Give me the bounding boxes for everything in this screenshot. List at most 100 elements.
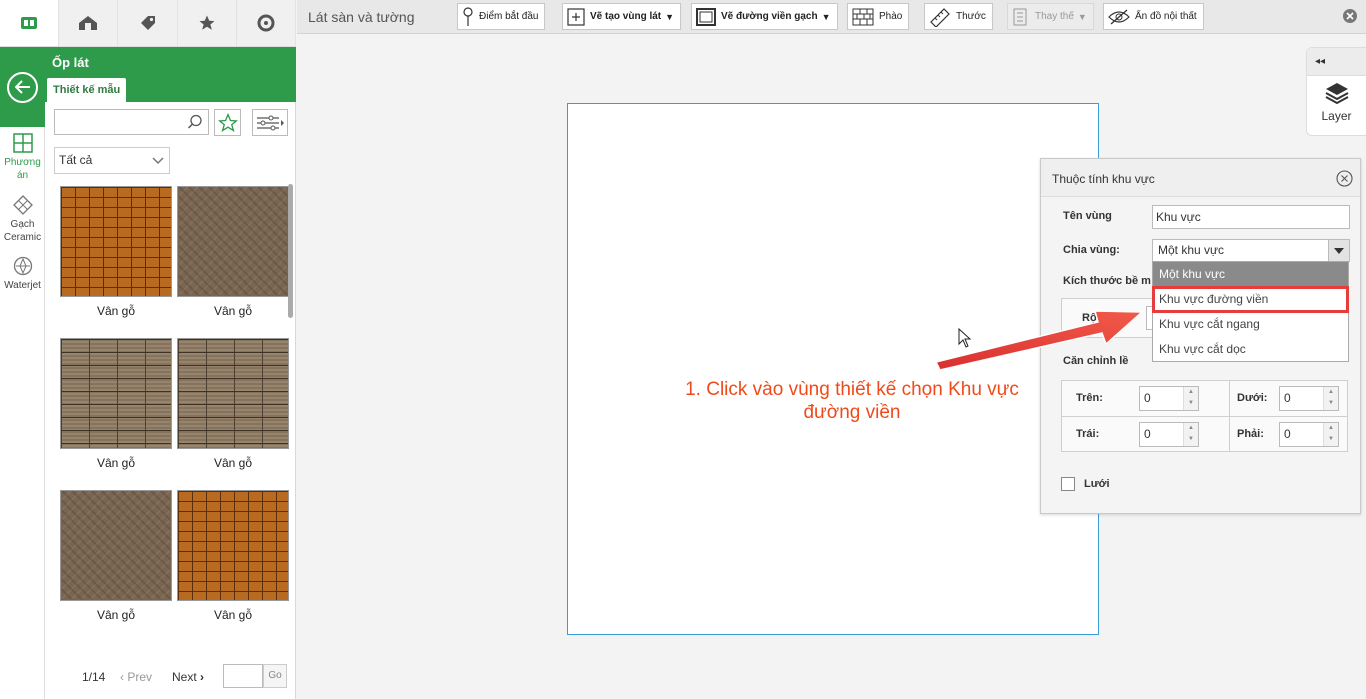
top-icon-nav (0, 0, 297, 47)
tile-swatch (177, 490, 289, 601)
spin-up-icon[interactable]: ▲ (1184, 423, 1198, 434)
tile-item[interactable]: Vân gỗ (177, 186, 289, 318)
dialog-close-icon[interactable] (1336, 170, 1353, 187)
tile-grid-scrollbar[interactable] (288, 184, 293, 318)
start-point-button[interactable]: Điểm bắt đầu (457, 3, 546, 30)
right-margin-stepper[interactable]: 0 ▲ ▼ (1279, 422, 1339, 447)
hide-furniture-button[interactable]: Ẩn đồ nội thất (1103, 3, 1204, 30)
split-region-select[interactable]: Một khu vực (1152, 239, 1350, 262)
layer-collapse-button[interactable]: ◂◂ (1307, 48, 1366, 76)
tile-swatch (60, 338, 172, 449)
bottom-margin-stepper[interactable]: 0 ▲ ▼ (1279, 386, 1339, 411)
next-label: Next (172, 670, 197, 684)
home-layout-icon (79, 16, 98, 30)
cornice-button[interactable]: Phào (847, 3, 910, 30)
panel-title: Ốp lát (52, 55, 89, 70)
category-select[interactable]: Tất cả (54, 147, 170, 174)
page-indicator: 1/14 (82, 670, 106, 684)
left-margin-stepper[interactable]: 0 ▲ ▼ (1139, 422, 1199, 447)
dropdown-caret-icon: ▼ (665, 11, 675, 22)
sliders-icon (257, 115, 284, 130)
tab-thiet-ke-mau[interactable]: Thiết kế mẫu (47, 78, 127, 102)
spin-up-icon[interactable]: ▲ (1184, 387, 1198, 398)
option-khu-vuc-duong-vien[interactable]: Khu vực đường viền (1152, 286, 1349, 313)
main-toolbar: Lát sàn và tường Điểm bắt đầu Vẽ tạo vùn… (297, 0, 1366, 34)
close-icon[interactable] (1342, 8, 1358, 24)
arrow-left-icon (14, 80, 30, 94)
draw-area-button[interactable]: Vẽ tạo vùng lát ▼ (562, 3, 682, 30)
rail-item-phuong-an[interactable]: Phương án (0, 133, 45, 182)
margin-group: Trên: 0 ▲ ▼ Dưới: 0 ▲ ▼ Trái: 0 ▲ ▼ Phải: 0… (1061, 380, 1348, 452)
spin-up-icon[interactable]: ▲ (1324, 423, 1338, 434)
tile-caption: Vân gỗ (96, 608, 136, 622)
spin-down-icon[interactable]: ▼ (1324, 434, 1338, 445)
rail-item-waterjet[interactable]: Waterjet (0, 256, 45, 292)
tile-item[interactable]: Vân gỗ (177, 490, 289, 622)
spin-down-icon[interactable]: ▼ (1324, 398, 1338, 409)
option-mot-khu-vuc[interactable]: Một khu vực (1153, 262, 1348, 287)
dialog-title: Thuộc tính khu vực (1052, 172, 1155, 186)
add-square-icon (567, 7, 585, 26)
tile-diamond-icon (12, 195, 33, 215)
tiling-panel: Ốp lát Thiết kế mẫu Tất cả Vân gỗ Vân gỗ… (45, 47, 296, 699)
layer-label: Layer (1321, 109, 1352, 123)
favorite-filter-button[interactable] (214, 109, 241, 136)
tag-tab[interactable] (118, 0, 178, 46)
filter-settings-button[interactable] (252, 109, 288, 136)
instruction-annotation: 1. Click vào vùng thiết kế chọn Khu vực … (652, 378, 1052, 424)
rail-item-gach-ceramic[interactable]: Gạch Ceramic (0, 195, 45, 244)
home-layout-tab[interactable] (59, 0, 119, 46)
caret-down-icon (1334, 247, 1344, 254)
split-region-label: Chia vùng: (1063, 244, 1120, 256)
go-button[interactable]: Go (263, 664, 287, 688)
dialog-header: Thuộc tính khu vực (1041, 159, 1360, 197)
dropdown-caret-icon: ▼ (821, 11, 831, 22)
start-point-label: Điểm bắt đầu (479, 11, 539, 22)
eye-off-icon (1108, 9, 1130, 24)
region-name-input[interactable]: Khu vực (1152, 205, 1350, 229)
search-input[interactable] (55, 110, 180, 134)
ruler-label: Thước (956, 11, 986, 22)
option-khu-vuc-cat-ngang[interactable]: Khu vực cắt ngang (1153, 312, 1348, 337)
search-box (54, 109, 209, 135)
magnifier-icon[interactable] (187, 114, 203, 130)
panel-header: Ốp lát Thiết kế mẫu (45, 47, 296, 102)
spin-down-icon[interactable]: ▼ (1184, 398, 1198, 409)
layer-panel-tab[interactable]: ◂◂ Layer (1306, 47, 1366, 136)
search-tab[interactable] (236, 0, 297, 46)
ruler-button[interactable]: Thước (924, 3, 993, 30)
tile-item[interactable]: Vân gỗ (177, 338, 289, 470)
prev-page-button[interactable]: ‹ Prev (120, 670, 152, 684)
border-square-icon (696, 7, 716, 26)
tile-item[interactable]: Vân gỗ (60, 338, 172, 470)
category-select-value: Tất cả (59, 153, 93, 167)
prev-label: Prev (127, 670, 153, 684)
hide-furniture-label: Ẩn đồ nội thất (1135, 11, 1197, 22)
next-page-button[interactable]: Next › (172, 670, 204, 684)
grid-checkbox[interactable] (1061, 477, 1075, 491)
star-icon (199, 15, 215, 30)
favorites-tab[interactable] (177, 0, 237, 46)
annotation-line-1: 1. Click vào vùng thiết kế chọn Khu vực (685, 379, 1019, 400)
left-margin-value: 0 (1144, 427, 1151, 441)
spin-up-icon[interactable]: ▲ (1324, 387, 1338, 398)
app-logo[interactable] (0, 0, 60, 46)
chevron-down-icon (152, 157, 164, 165)
tile-item[interactable]: Vân gỗ (60, 186, 172, 318)
go-page-input[interactable] (223, 664, 263, 688)
back-button[interactable] (0, 47, 45, 127)
app-logo-icon (21, 17, 38, 29)
tile-item[interactable]: Vân gỗ (60, 490, 172, 622)
replace-button[interactable]: Thay thế ▼ (1007, 3, 1094, 30)
annotation-line-2: đường viền (803, 402, 901, 423)
mouse-cursor-icon (958, 328, 972, 348)
draw-border-button[interactable]: Vẽ đường viền gạch ▼ (691, 3, 838, 30)
option-khu-vuc-cat-doc[interactable]: Khu vực cắt dọc (1153, 337, 1348, 362)
tile-swatch (60, 186, 172, 297)
rail-item-label: Waterjet (4, 280, 41, 291)
pagination: 1/14 ‹ Prev Next › Go (82, 664, 292, 688)
top-margin-stepper[interactable]: 0 ▲ ▼ (1139, 386, 1199, 411)
tile-caption: Vân gỗ (96, 304, 136, 318)
left-rail: Phương án Gạch Ceramic Waterjet (0, 47, 45, 699)
spin-down-icon[interactable]: ▼ (1184, 434, 1198, 445)
